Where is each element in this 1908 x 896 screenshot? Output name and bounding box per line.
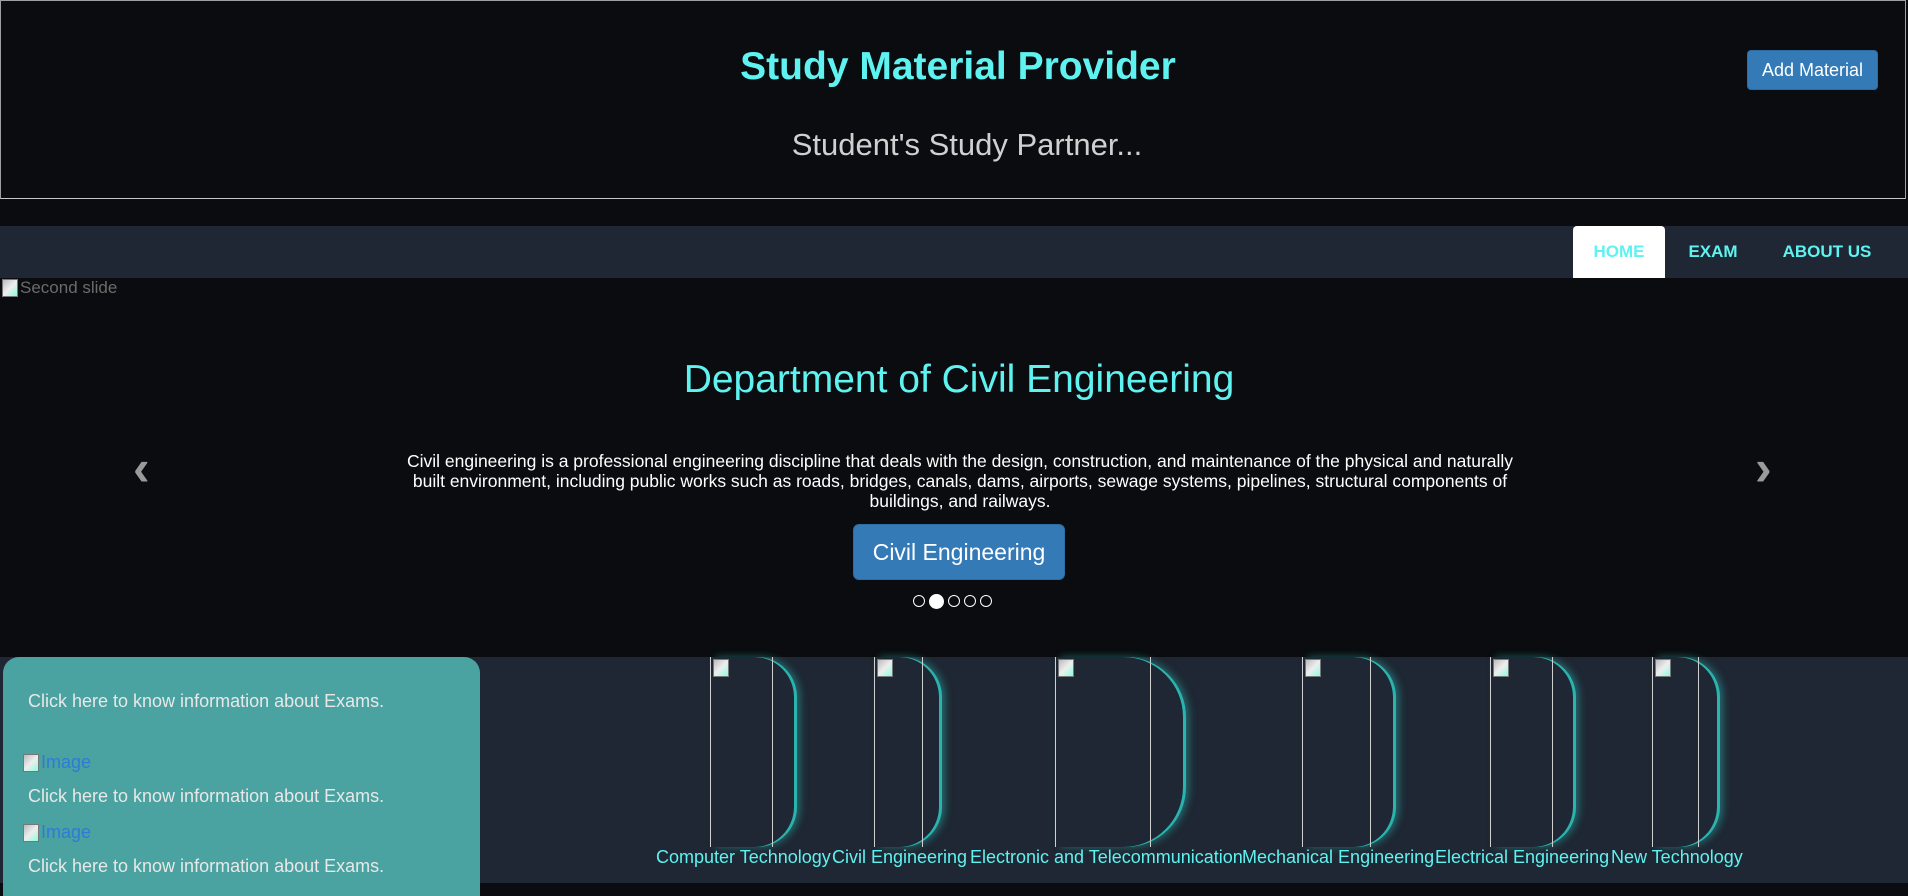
dept-image-mechanical-engineering[interactable] bbox=[1302, 657, 1393, 847]
dept-image-electrical-engineering[interactable] bbox=[1490, 657, 1573, 847]
exam-image-1[interactable]: Image bbox=[23, 752, 91, 773]
dept-label-electronic-and-telecommunication[interactable]: Electronic and Telecommunication bbox=[970, 847, 1243, 868]
broken-image-icon bbox=[877, 659, 893, 677]
carousel-dot-3[interactable] bbox=[948, 595, 960, 607]
slide-description: Civil engineering is a professional engi… bbox=[406, 451, 1514, 511]
broken-image-icon bbox=[1305, 659, 1321, 677]
site-title: Study Material Provider bbox=[740, 45, 1176, 88]
dept-label-computer-technology[interactable]: Computer Technology bbox=[656, 847, 831, 868]
broken-image-icon bbox=[1493, 659, 1509, 677]
dept-label-mechanical-engineering[interactable]: Mechanical Engineering bbox=[1242, 847, 1434, 868]
slide-title: Department of Civil Engineering bbox=[683, 358, 1235, 401]
broken-image-icon bbox=[1655, 659, 1671, 677]
broken-image-icon bbox=[23, 753, 39, 772]
dept-image-new-technology[interactable] bbox=[1652, 657, 1717, 847]
exam-image-2[interactable]: Image bbox=[23, 822, 91, 843]
exam-info-link-3[interactable]: Click here to know information about Exa… bbox=[28, 856, 384, 877]
carousel-dot-1[interactable] bbox=[913, 595, 925, 607]
dept-label-new-technology[interactable]: New Technology bbox=[1611, 847, 1743, 868]
exam-image-alt: Image bbox=[41, 822, 92, 842]
nav-home[interactable]: HOME bbox=[1573, 226, 1665, 278]
exam-info-panel: Click here to know information about Exa… bbox=[3, 657, 480, 896]
chevron-right-icon[interactable]: › bbox=[1755, 443, 1772, 493]
site-tagline: Student's Study Partner... bbox=[791, 127, 1143, 162]
dept-image-electronic-and-telecommunication[interactable] bbox=[1055, 657, 1183, 847]
carousel-indicators bbox=[913, 594, 992, 609]
slide-image-alt: Second slide bbox=[20, 278, 118, 297]
add-material-button[interactable]: Add Material bbox=[1747, 50, 1878, 90]
broken-image-icon bbox=[2, 279, 18, 297]
exam-info-link-2[interactable]: Click here to know information about Exa… bbox=[28, 786, 384, 807]
dept-image-computer-technology[interactable] bbox=[710, 657, 794, 847]
nav-about-us[interactable]: ABOUT US bbox=[1768, 226, 1886, 278]
chevron-left-icon[interactable]: ‹ bbox=[133, 443, 150, 493]
broken-image-icon bbox=[23, 823, 39, 842]
broken-image-icon bbox=[1058, 659, 1074, 677]
dept-image-civil-engineering[interactable] bbox=[874, 657, 939, 847]
dept-label-electrical-engineering[interactable]: Electrical Engineering bbox=[1435, 847, 1609, 868]
exam-info-link-1[interactable]: Click here to know information about Exa… bbox=[28, 691, 384, 712]
broken-image-icon bbox=[713, 659, 729, 677]
dept-label-civil-engineering[interactable]: Civil Engineering bbox=[832, 847, 967, 868]
exam-image-alt: Image bbox=[41, 752, 92, 772]
carousel-dot-5[interactable] bbox=[980, 595, 992, 607]
site-header: Study Material Provider Student's Study … bbox=[0, 0, 1906, 199]
slide-carousel: Second slide Department of Civil Enginee… bbox=[0, 278, 1908, 657]
nav-exam[interactable]: EXAM bbox=[1670, 226, 1756, 278]
civil-engineering-button[interactable]: Civil Engineering bbox=[853, 524, 1065, 580]
slide-image: Second slide bbox=[2, 278, 117, 298]
main-navbar: HOME EXAM ABOUT US bbox=[0, 226, 1908, 278]
carousel-dot-2[interactable] bbox=[929, 594, 944, 609]
carousel-dot-4[interactable] bbox=[964, 595, 976, 607]
